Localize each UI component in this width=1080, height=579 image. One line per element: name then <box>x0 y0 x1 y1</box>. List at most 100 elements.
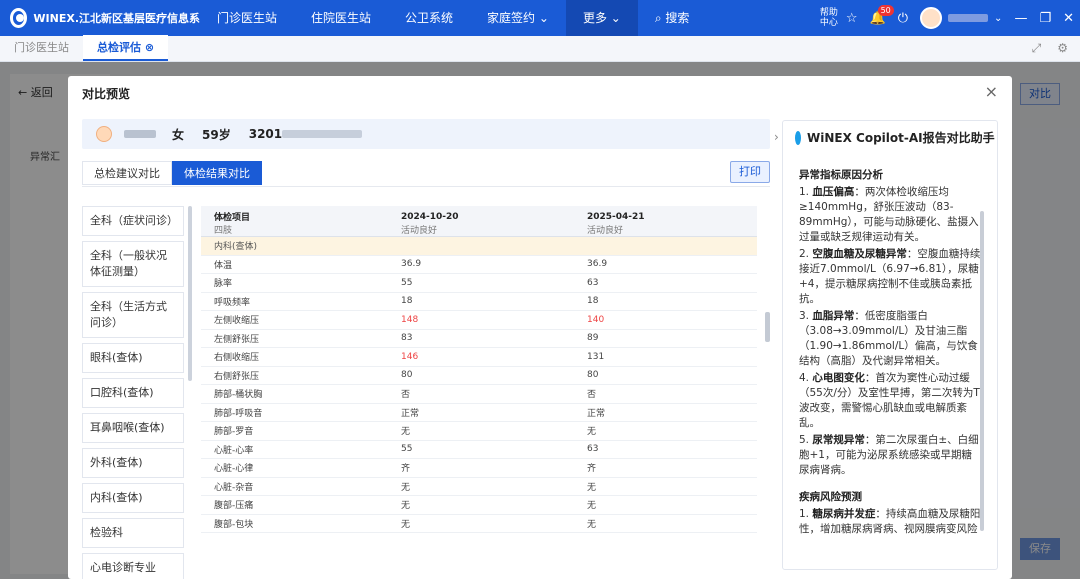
table-row: 右侧收缩压 146 131 <box>201 347 757 367</box>
section-label: 内科(查体) <box>201 236 757 256</box>
cell-value-1: 148 <box>388 310 574 330</box>
ai-item-number: 2. <box>799 248 813 260</box>
power-icon[interactable]: ⏻ <box>898 11 908 26</box>
ai-item-number: 1. <box>799 186 813 198</box>
table-row: 呼吸频率 18 18 <box>201 292 757 311</box>
cell-value-1: 55 <box>388 440 574 459</box>
ai-section-title: 疾病风险预测 <box>799 491 862 503</box>
minimize-icon[interactable]: — <box>1014 11 1027 26</box>
category-scrollbar[interactable] <box>188 206 192 381</box>
settings-icon[interactable]: ⚙ <box>1057 41 1068 55</box>
nav-search[interactable]: ⌕ 搜索 <box>638 0 707 36</box>
table-row: 心脏-杂音无无 <box>201 477 757 496</box>
nav-family-contract[interactable]: 家庭签约 ⌄ <box>470 0 566 36</box>
brand[interactable]: WINEX.江北新区基层医疗信息系 <box>0 8 200 28</box>
avatar[interactable] <box>920 7 943 29</box>
patient-id: 3201 <box>248 127 283 141</box>
category-item[interactable]: 全科（生活方式问诊） <box>82 292 184 338</box>
ai-item-number: 5. <box>799 434 813 446</box>
tab-exam-evaluation[interactable]: 总检评估 ⊗ <box>83 35 169 61</box>
cell-value-1: 无 <box>388 514 574 533</box>
nav-outpatient[interactable]: 门诊医生站 <box>200 0 294 36</box>
cell-value-2: 63 <box>574 440 757 459</box>
chevron-down-icon[interactable]: ⌄ <box>994 13 1002 24</box>
brand-logo-icon <box>10 8 28 28</box>
ai-item: 4. 心电图变化：首次为窦性心动过缓（55次/分）及室性早搏，第二次转为T波改变… <box>799 371 981 431</box>
tab-advice-compare[interactable]: 总检建议对比 <box>82 161 172 185</box>
nav-public-health[interactable]: 公卫系统 <box>388 0 470 36</box>
header-date-1: 2024-10-20 <box>401 211 459 222</box>
cell-value-2: 36.9 <box>574 255 757 274</box>
ai-item: 1. 血压偏高：两次体检收缩压均≥140mmHg，舒张压波动（83-89mmHg… <box>799 185 981 245</box>
bell-icon[interactable]: 🔔 50 <box>870 4 894 26</box>
ai-scrollbar[interactable] <box>980 211 984 531</box>
table-row: 体温 36.9 36.9 <box>201 255 757 274</box>
category-item[interactable]: 外科(查体) <box>82 448 184 478</box>
category-item[interactable]: 检验科 <box>82 518 184 548</box>
close-icon[interactable]: × <box>985 82 998 101</box>
table-row: 肺部-罗音无无 <box>201 421 757 441</box>
tab-result-compare[interactable]: 体检结果对比 <box>172 161 262 185</box>
category-item[interactable]: 耳鼻咽喉(查体) <box>82 413 184 443</box>
ai-item-number: 1. <box>799 508 813 520</box>
fullscreen-icon[interactable]: ⤢ <box>1032 41 1042 56</box>
cell-item: 脉率 <box>201 273 388 293</box>
category-item[interactable]: 口腔科(查体) <box>82 378 184 408</box>
table-row: 腹部-压痛无无 <box>201 495 757 515</box>
ai-item-keyword: 血压偏高 <box>812 186 855 198</box>
cell-value-1: 55 <box>388 273 574 293</box>
header-date-2: 2025-04-21 <box>587 211 645 222</box>
compare-preview-modal: 对比预览 × 女 59岁 3201 总检建议对比 体检结果对比 打印 全科（症状… <box>68 76 1012 579</box>
cell-value-1: 无 <box>388 421 574 441</box>
cell-value-2: 否 <box>574 384 757 404</box>
tab-exam-evaluation-label: 总检评估 <box>97 41 141 54</box>
nav-inpatient[interactable]: 住院医生站 <box>294 0 388 36</box>
cell-value-1: 146 <box>388 347 574 367</box>
ai-item: 1. 糖尿病并发症：持续高血糖及尿糖阳性，增加糖尿病肾病、视网膜病变风险 <box>799 507 981 537</box>
table-row: 腹部-包块无无 <box>201 514 757 533</box>
close-window-icon[interactable]: ✕ <box>1063 11 1074 26</box>
cell-value-1: 无 <box>388 477 574 496</box>
category-item[interactable]: 眼科(查体) <box>82 343 184 373</box>
nav-family-contract-label: 家庭签约 <box>487 11 536 25</box>
restore-icon[interactable]: ❐ <box>1039 11 1051 26</box>
tab-tools: ⤢ ⚙ <box>1032 35 1080 61</box>
cell-item: 体温 <box>201 255 388 274</box>
ai-item-keyword: 尿常规异常 <box>812 434 865 446</box>
cell-value-1: 正常 <box>388 403 574 422</box>
print-button[interactable]: 打印 <box>730 161 770 183</box>
tab-outpatient[interactable]: 门诊医生站 <box>0 35 83 61</box>
cell-item: 左侧舒张压 <box>201 329 388 348</box>
cell-value-2: 正常 <box>574 403 757 422</box>
chevron-right-icon[interactable]: › <box>774 130 779 144</box>
nav-more-label: 更多 <box>582 11 607 25</box>
help-center[interactable]: 帮助中心 <box>818 8 840 28</box>
table-scrollbar[interactable] <box>765 312 770 342</box>
cell-item: 心脏-杂音 <box>201 477 388 496</box>
nav-more[interactable]: 更多 ⌄ <box>565 0 638 36</box>
cell-item: 肺部-罗音 <box>201 421 388 441</box>
cell-item: 右侧舒张压 <box>201 366 388 385</box>
cell-item: 肺部-呼吸音 <box>201 403 388 422</box>
category-item[interactable]: 全科（症状问诊） <box>82 206 184 236</box>
cell-value-1: 36.9 <box>388 255 574 274</box>
cell-value-1: 活动良好 <box>388 223 574 237</box>
ai-assistant-panel: WiNEX Copilot-AI报告对比助手 异常指标原因分析 1. 血压偏高：… <box>782 120 998 570</box>
category-item[interactable]: 全科（一般状况体征测量） <box>82 241 184 287</box>
close-icon[interactable]: ⊗ <box>145 41 154 54</box>
ai-header: WiNEX Copilot-AI报告对比助手 <box>783 121 997 154</box>
cell-value-2: 63 <box>574 273 757 293</box>
table-row: 四肢 活动良好 活动良好 <box>201 223 757 237</box>
ai-item-keyword: 心电图变化 <box>812 372 865 384</box>
star-icon[interactable]: ☆ <box>846 11 858 26</box>
tab-bar: 门诊医生站 总检评估 ⊗ ⤢ ⚙ <box>0 35 1080 62</box>
category-list: 全科（症状问诊） 全科（一般状况体征测量） 全科（生活方式问诊） 眼科(查体) … <box>82 206 184 579</box>
top-nav: WINEX.江北新区基层医疗信息系 门诊医生站 住院医生站 公卫系统 家庭签约 … <box>0 0 1080 36</box>
category-item[interactable]: 心电诊断专业 <box>82 553 184 579</box>
ai-list: 1. 糖尿病并发症：持续高血糖及尿糖阳性，增加糖尿病肾病、视网膜病变风险 <box>799 507 981 537</box>
table-row: 心脏-心律齐齐 <box>201 458 757 478</box>
compare-tabs: 总检建议对比 体检结果对比 <box>82 161 262 185</box>
category-item[interactable]: 内科(查体) <box>82 483 184 513</box>
cell-item: 呼吸频率 <box>201 292 388 311</box>
patient-gender: 女 <box>172 127 185 142</box>
